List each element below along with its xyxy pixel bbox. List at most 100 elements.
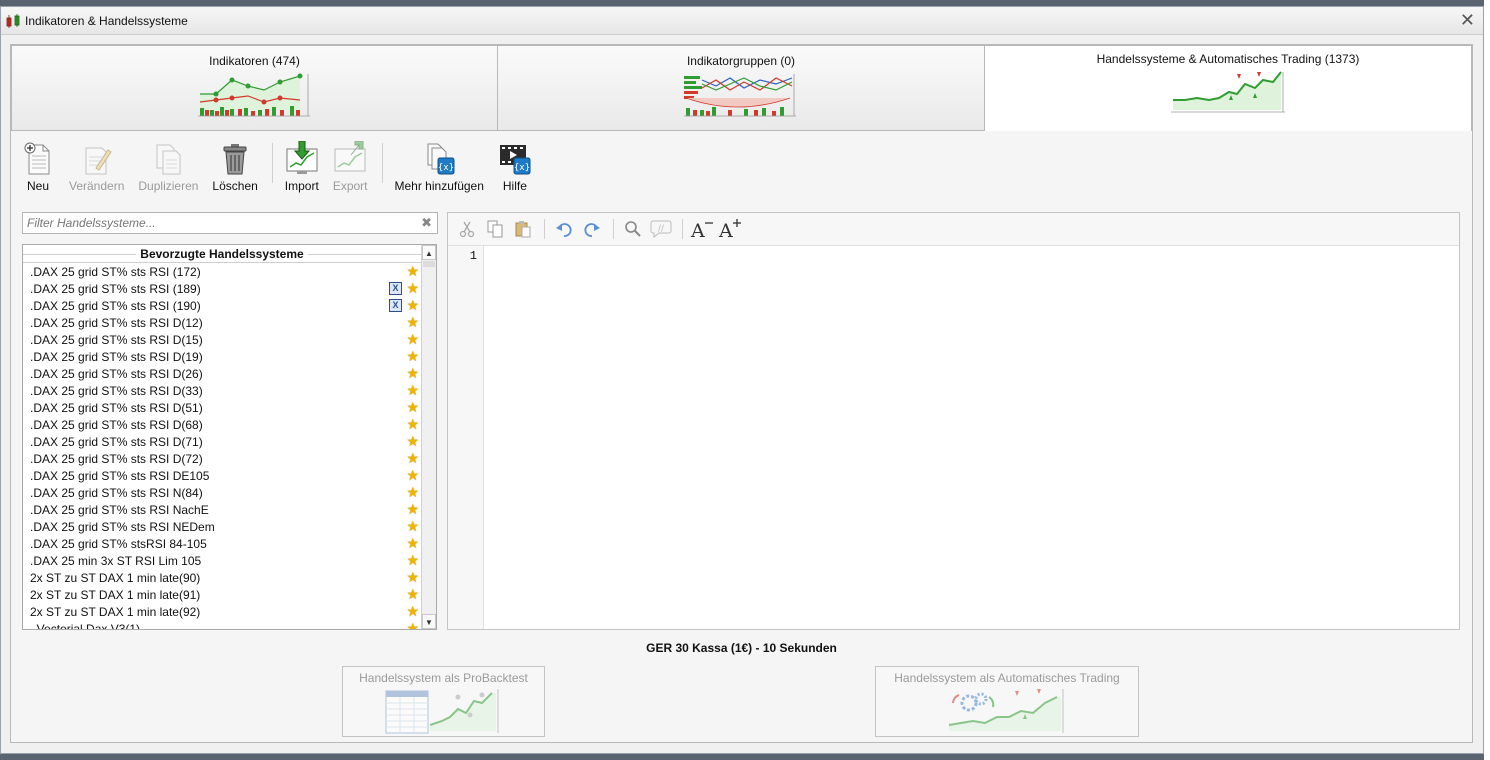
svg-text:A: A xyxy=(718,220,733,240)
favorite-star-icon[interactable]: ★ xyxy=(406,604,419,618)
favorite-star-icon[interactable]: ★ xyxy=(406,298,419,312)
favorite-star-icon[interactable]: ★ xyxy=(406,468,419,482)
favorite-star-icon[interactable]: ★ xyxy=(406,570,419,584)
list-item[interactable]: .DAX 25 grid ST% sts RSI D(12) ★ xyxy=(23,314,421,331)
favorite-star-icon[interactable]: ★ xyxy=(406,366,419,380)
export-button[interactable]: Export xyxy=(333,141,368,193)
redo-button[interactable] xyxy=(579,216,605,242)
list-item[interactable]: .DAX 25 grid ST% sts RSI D(51) ★ xyxy=(23,399,421,416)
list-item[interactable]: .DAX 25 grid ST% sts RSI D(68) ★ xyxy=(23,416,421,433)
favorite-star-icon[interactable]: ★ xyxy=(406,536,419,550)
list-item[interactable]: 2x ST zu ST DAX 1 min late(92) ★ xyxy=(23,603,421,620)
list-item[interactable]: .DAX 25 grid ST% sts RSI (172) ★ xyxy=(23,263,421,280)
list-item[interactable]: .DAX 25 grid ST% sts RSI N(84) ★ xyxy=(23,484,421,501)
favorite-star-icon[interactable]: ★ xyxy=(406,587,419,601)
favorite-star-icon[interactable]: ★ xyxy=(406,502,419,516)
list-item-name: .DAX 25 grid ST% sts RSI D(71) xyxy=(30,434,203,449)
list-item[interactable]: .DAX 25 grid ST% sts RSI D(72) ★ xyxy=(23,450,421,467)
list-item-name: .DAX 25 grid ST% sts RSI D(72) xyxy=(30,451,203,466)
favorite-star-icon[interactable]: ★ xyxy=(406,264,419,278)
favorite-star-icon[interactable]: ★ xyxy=(406,315,419,329)
list-item[interactable]: .DAX 25 grid ST% sts RSI NachE ★ xyxy=(23,501,421,518)
delete-button[interactable]: Löschen xyxy=(212,141,258,193)
favorite-star-icon[interactable]: ★ xyxy=(406,485,419,499)
undo-button[interactable] xyxy=(551,216,577,242)
edit-pencil-icon xyxy=(85,147,112,175)
svg-text:{x}: {x} xyxy=(438,163,454,173)
decrease-font-button[interactable]: A xyxy=(689,216,715,242)
cut-button[interactable] xyxy=(454,216,480,242)
add-more-button-label: Mehr hinzufügen xyxy=(394,179,484,193)
list-item[interactable]: .DAX 25 grid ST% sts RSI DE105 ★ xyxy=(23,467,421,484)
trading-systems-list[interactable]: Bevorzugte Handelssysteme .DAX 25 grid S… xyxy=(22,244,437,630)
favorite-star-icon[interactable]: ★ xyxy=(406,621,419,629)
list-item[interactable]: .DAX 25 grid ST% stsRSI 84-105 ★ xyxy=(23,535,421,552)
auto-trading-button[interactable]: Handelssystem als Automatisches Trading xyxy=(875,666,1139,737)
close-icon[interactable]: ✕ xyxy=(1460,11,1475,29)
toolbar-separator xyxy=(381,143,383,183)
favorite-star-icon[interactable]: ★ xyxy=(406,281,419,295)
favorite-star-icon[interactable]: ★ xyxy=(406,553,419,567)
list-item[interactable]: .DAX 25 min 3x ST RSI Lim 105 ★ xyxy=(23,552,421,569)
list-item[interactable]: .DAX 25 grid ST% sts RSI NEDem ★ xyxy=(23,518,421,535)
window-edge xyxy=(1484,0,1490,760)
scroll-down-button[interactable]: ▼ xyxy=(422,614,436,629)
tab-indicator-groups-label: Indikatorgruppen (0) xyxy=(686,54,796,68)
list-item-name: .DAX 25 grid ST% sts RSI D(12) xyxy=(30,315,203,330)
trash-icon xyxy=(223,144,247,175)
copy-button[interactable] xyxy=(482,216,508,242)
list-item[interactable]: 2x ST zu ST DAX 1 min late(91) ★ xyxy=(23,586,421,603)
comment-button[interactable]: // xyxy=(648,216,674,242)
list-scrollbar[interactable]: ▲ ▼ xyxy=(421,245,436,629)
filter-input[interactable] xyxy=(23,213,413,233)
favorite-star-icon[interactable]: ★ xyxy=(406,383,419,397)
clear-filter-icon[interactable]: ✖ xyxy=(421,215,432,231)
scroll-thumb[interactable] xyxy=(423,261,435,267)
favorite-star-icon[interactable]: ★ xyxy=(406,451,419,465)
search-button[interactable] xyxy=(620,216,646,242)
code-text-area[interactable] xyxy=(485,246,1459,629)
backtest-chart-icon xyxy=(385,689,498,734)
scroll-up-button[interactable]: ▲ xyxy=(422,245,436,260)
list-item-name: .DAX 25 grid ST% sts RSI (172) xyxy=(30,264,201,279)
paste-button[interactable] xyxy=(510,216,536,242)
new-button[interactable]: Neu xyxy=(21,141,55,193)
tab-trading-systems-label: Handelssysteme & Automatisches Trading (… xyxy=(1096,52,1360,66)
excel-badge-icon[interactable]: X xyxy=(389,299,402,312)
search-icon xyxy=(625,221,641,237)
auto-trading-chart-icon xyxy=(948,689,1064,733)
list-item[interactable]: 2x ST zu ST DAX 1 min late(90) ★ xyxy=(23,569,421,586)
list-item[interactable]: .DAX 25 grid ST% sts RSI (189) X ★ xyxy=(23,280,421,297)
help-button[interactable]: {x} Hilfe xyxy=(498,141,532,193)
increase-font-button[interactable]: A xyxy=(717,216,743,242)
excel-badge-icon[interactable]: X xyxy=(389,282,402,295)
tab-trading-systems[interactable]: Handelssysteme & Automatisches Trading (… xyxy=(984,45,1472,131)
duplicate-button[interactable]: Duplizieren xyxy=(138,141,198,193)
edit-button[interactable]: Verändern xyxy=(69,141,124,193)
import-icon xyxy=(286,141,318,174)
add-more-button[interactable]: {x} Mehr hinzufügen xyxy=(395,141,484,193)
undo-icon xyxy=(556,223,572,237)
auto-trading-button-label: Handelssystem als Automatisches Trading xyxy=(894,671,1120,685)
list-item[interactable]: .DAX 25 grid ST% sts RSI (190) X ★ xyxy=(23,297,421,314)
list-item[interactable]: .DAX 25 grid ST% sts RSI D(71) ★ xyxy=(23,433,421,450)
favorite-star-icon[interactable]: ★ xyxy=(406,519,419,533)
favorite-star-icon[interactable]: ★ xyxy=(406,349,419,363)
import-button[interactable]: Import xyxy=(285,141,319,193)
list-item[interactable]: _Vectorial Dax V3(1) ★ xyxy=(23,620,421,629)
list-item-name: .DAX 25 min 3x ST RSI Lim 105 xyxy=(30,553,202,568)
list-item[interactable]: .DAX 25 grid ST% sts RSI D(19) ★ xyxy=(23,348,421,365)
favorite-star-icon[interactable]: ★ xyxy=(406,434,419,448)
list-item[interactable]: .DAX 25 grid ST% sts RSI D(15) ★ xyxy=(23,331,421,348)
probacktest-button[interactable]: Handelssystem als ProBacktest xyxy=(342,666,545,737)
favorite-star-icon[interactable]: ★ xyxy=(406,400,419,414)
favorite-star-icon[interactable]: ★ xyxy=(406,417,419,431)
tab-indicator-groups[interactable]: Indikatorgruppen (0) xyxy=(497,45,985,131)
add-more-icon: {x} xyxy=(427,143,455,175)
favorite-star-icon[interactable]: ★ xyxy=(406,332,419,346)
list-item[interactable]: .DAX 25 grid ST% sts RSI D(26) ★ xyxy=(23,365,421,382)
filter-field[interactable]: ✖ xyxy=(22,212,438,234)
list-item[interactable]: .DAX 25 grid ST% sts RSI D(33) ★ xyxy=(23,382,421,399)
import-button-label: Import xyxy=(284,179,319,193)
tab-indicators[interactable]: Indikatoren (474) xyxy=(11,45,498,131)
